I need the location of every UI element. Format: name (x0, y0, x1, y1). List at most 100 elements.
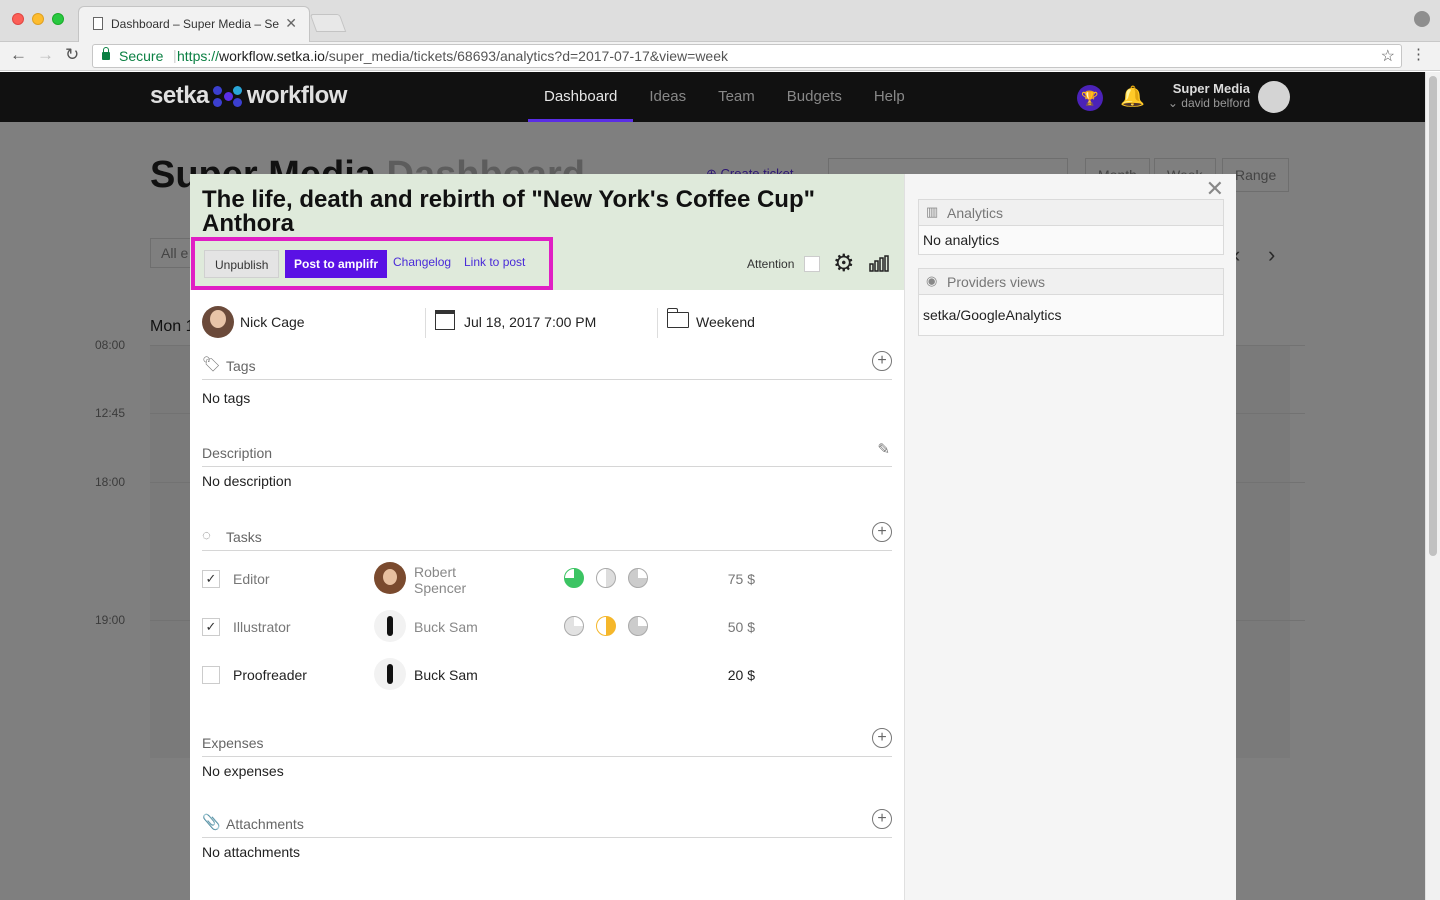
window-minimize-button[interactable] (32, 13, 44, 25)
progress-pie-icon[interactable] (628, 616, 648, 636)
logo-dots-icon (212, 85, 243, 109)
task-price: 75 $ (727, 571, 755, 587)
divider (425, 308, 426, 338)
user-circle-icon: ◌ (202, 527, 211, 544)
post-to-amplifr-button[interactable]: Post to amplifr (285, 250, 388, 278)
add-tag-button[interactable]: + (872, 351, 892, 371)
trophy-icon[interactable]: 🏆 (1077, 85, 1103, 111)
add-task-button[interactable]: + (872, 522, 892, 542)
main-nav: Dashboard Ideas Team Budgets Help (528, 72, 921, 122)
forward-arrow-icon[interactable]: → (37, 45, 54, 65)
pencil-icon[interactable]: ✎ (877, 440, 890, 458)
attention-checkbox[interactable] (804, 256, 820, 272)
address-bar[interactable]: Secure | https://workflow.setka.io/super… (92, 44, 1402, 68)
task-row: ✓ Illustrator Buck Sam 50 $ (202, 608, 892, 648)
section-title: Attachments (226, 816, 304, 832)
paperclip-icon: 📎 (202, 814, 221, 831)
task-role: Proofreader (233, 667, 307, 683)
expenses-section: Expenses + No expenses (202, 728, 892, 779)
secure-label: Secure (119, 48, 164, 64)
add-attachment-button[interactable]: + (872, 809, 892, 829)
browser-menu-icon[interactable]: ⋮ (1411, 45, 1426, 63)
ticket-modal: The life, death and rebirth of "New York… (190, 174, 1236, 900)
section-title: Tasks (226, 529, 262, 545)
assignee-name[interactable]: Robert Spencer (414, 564, 494, 596)
nav-team[interactable]: Team (702, 72, 771, 122)
lock-icon (102, 47, 110, 60)
publish-date[interactable]: Jul 18, 2017 7:00 PM (464, 314, 596, 330)
add-expense-button[interactable]: + (872, 728, 892, 748)
link-to-post-link[interactable]: Link to post (464, 255, 525, 269)
scrollbar[interactable] (1425, 72, 1440, 900)
author-avatar (202, 306, 234, 338)
task-role: Editor (233, 571, 270, 587)
author-name[interactable]: Nick Cage (240, 314, 305, 330)
browser-tab-dashboard[interactable]: Dashboard – Super Media – Se ✕ (78, 6, 310, 42)
tasks-section: ◌ Tasks + (202, 522, 892, 551)
folder-icon (667, 308, 689, 328)
document-icon (93, 17, 103, 30)
progress-pie-icon[interactable] (564, 616, 584, 636)
unpublish-button[interactable]: Unpublish (204, 250, 280, 278)
tab-close-icon[interactable]: ✕ (285, 15, 297, 32)
ticket-actions-highlight: Unpublish Post to amplifr Changelog Link… (191, 237, 553, 290)
account-name: Super Media (1172, 81, 1250, 96)
changelog-link[interactable]: Changelog (393, 255, 451, 269)
tags-section: 🏷 Tags + No tags (202, 351, 892, 406)
task-checkbox[interactable]: ✓ (202, 618, 220, 636)
task-checkbox[interactable] (202, 666, 220, 684)
ticket-title: The life, death and rebirth of "New York… (202, 186, 815, 237)
task-checkbox[interactable]: ✓ (202, 570, 220, 588)
window-zoom-button[interactable] (52, 13, 64, 25)
provider-item[interactable]: setka/GoogleAnalytics (919, 295, 1223, 335)
assignee-name[interactable]: Buck Sam (414, 619, 494, 635)
analytics-bars-icon[interactable] (869, 255, 889, 272)
url-text[interactable]: https://workflow.setka.io/super_media/ti… (177, 48, 728, 64)
assignee-name[interactable]: Buck Sam (414, 667, 494, 683)
nav-dashboard[interactable]: Dashboard (528, 72, 634, 122)
card-title: Providers views (947, 274, 1046, 290)
gear-icon[interactable]: ⚙ (833, 251, 855, 277)
assignee-avatar (374, 562, 406, 594)
progress-pie-icon[interactable] (596, 568, 616, 588)
avatar[interactable] (1258, 81, 1290, 113)
description-section: Description ✎ No description (202, 440, 892, 489)
account-menu[interactable]: Super Media ⌄ david belford (1160, 81, 1250, 110)
window-close-button[interactable] (12, 13, 24, 25)
tab-title: Dashboard – Super Media – Se (111, 17, 280, 31)
close-icon[interactable]: ✕ (1206, 178, 1224, 200)
folder-name[interactable]: Weekend (696, 314, 755, 330)
card-title: Analytics (947, 205, 1004, 221)
ticket-meta: Nick Cage Jul 18, 2017 7:00 PM Weekend (202, 304, 892, 340)
progress-pie-icon[interactable] (596, 616, 616, 636)
task-price: 50 $ (727, 619, 755, 635)
reload-icon[interactable]: ↻ (65, 45, 79, 65)
analytics-empty: No analytics (923, 232, 1000, 248)
scrollbar-thumb[interactable] (1429, 76, 1437, 556)
attachments-section: 📎 Attachments + No attachments (202, 809, 892, 860)
nav-ideas[interactable]: Ideas (633, 72, 702, 122)
account-user: ⌄ david belford (1167, 96, 1250, 110)
progress-pie-icon[interactable] (564, 568, 584, 588)
bookmark-star-icon[interactable]: ☆ (1381, 46, 1395, 66)
progress-pie-icon[interactable] (628, 568, 648, 588)
ticket-sidebar: ✕ ▥ Analytics No analytics ◉ Providers v… (904, 174, 1236, 900)
new-tab-button[interactable] (309, 14, 347, 32)
providers-card: ◉ Providers views setka/GoogleAnalytics (918, 268, 1224, 336)
bell-icon[interactable]: 🔔 (1120, 84, 1145, 109)
browser-profile-icon[interactable] (1414, 11, 1430, 27)
description-empty: No description (202, 473, 292, 489)
back-arrow-icon[interactable]: ← (10, 45, 27, 65)
section-title: Description (202, 445, 273, 461)
ticket-header: The life, death and rebirth of "New York… (190, 174, 904, 290)
nav-budgets[interactable]: Budgets (771, 72, 858, 122)
ticket-main: The life, death and rebirth of "New York… (190, 174, 904, 900)
task-price: 20 $ (727, 667, 755, 683)
analytics-card: ▥ Analytics No analytics (918, 199, 1224, 255)
task-row: ✓ Editor Robert Spencer 75 $ (202, 560, 892, 600)
calendar-icon (435, 310, 455, 330)
nav-help[interactable]: Help (858, 72, 921, 122)
app-logo[interactable]: setka workflow (150, 82, 347, 110)
bar-chart-icon: ▥ (926, 204, 939, 219)
assignee-avatar (374, 610, 406, 642)
